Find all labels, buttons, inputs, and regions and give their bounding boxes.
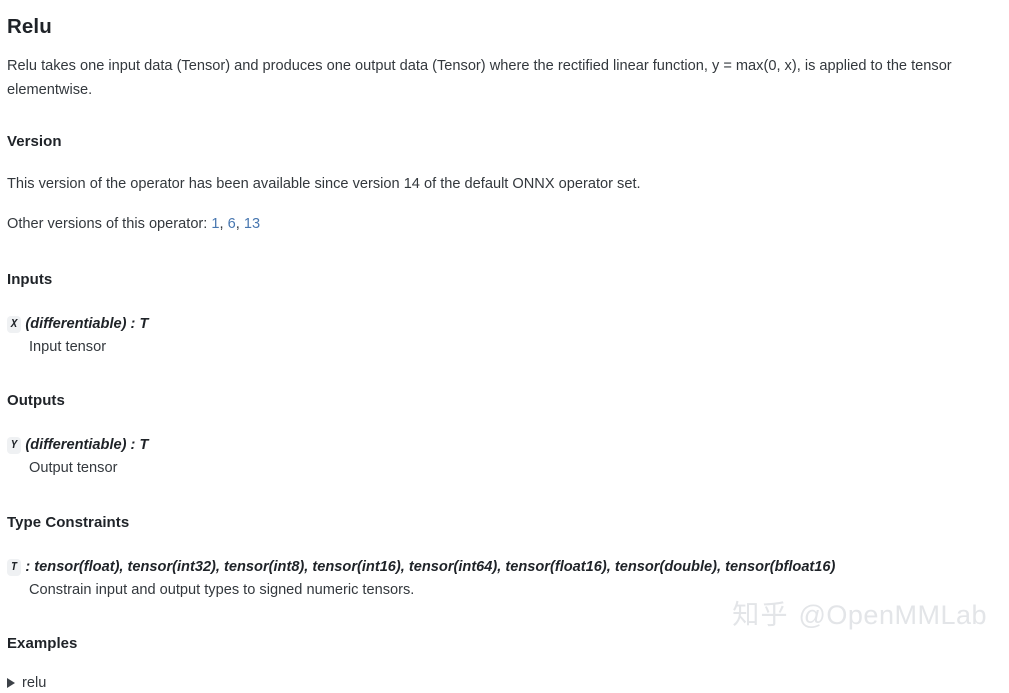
version-separator-1: , (219, 215, 228, 232)
input-description-x: Input tensor (29, 338, 107, 355)
section-heading-examples: Examples (7, 634, 78, 652)
input-signature-x: X (differentiable) : T (7, 314, 1002, 334)
output-description-y: Output tensor (29, 459, 118, 476)
watermark-site: 知乎 (732, 600, 789, 631)
version-separator-2: , (235, 215, 244, 232)
input-signature-text-x: (differentiable) : T (25, 315, 149, 332)
version-statement: This version of the operator has been av… (7, 175, 641, 192)
output-signature-text-y: (differentiable) : T (25, 436, 149, 453)
version-link-13[interactable]: 13 (244, 216, 260, 232)
operator-doc-page: Relu Relu takes one input data (Tensor) … (7, 0, 1002, 691)
operator-description: Relu takes one input data (Tensor) and p… (7, 57, 952, 98)
disclosure-triangle-right-icon[interactable] (7, 677, 15, 688)
page-title: Relu (7, 15, 52, 38)
type-constraint-signature-text-t: : tensor(float), tensor(int32), tensor(i… (25, 558, 836, 575)
output-signature-y: Y (differentiable) : T (7, 435, 1002, 455)
watermark-handle: @OpenMMLab (798, 600, 987, 630)
version-link-6[interactable]: 6 (228, 216, 236, 232)
example-item-relu[interactable]: relu (7, 673, 46, 693)
watermark: 知乎 @OpenMMLab (732, 593, 987, 632)
input-entry-x: X (differentiable) : T Input tensor (7, 314, 1002, 358)
other-versions-line: Other versions of this operator: 1, 6, 1… (7, 212, 990, 236)
example-item-label: relu (22, 674, 47, 691)
section-heading-version: Version (7, 132, 62, 150)
examples-list: relu (7, 673, 1002, 693)
section-heading-type-constraints: Type Constraints (7, 513, 130, 531)
output-param-name-y: Y (7, 436, 22, 454)
other-versions-label: Other versions of this operator: (7, 215, 212, 232)
input-param-name-x: X (7, 315, 22, 333)
type-constraint-signature-t: T : tensor(float), tensor(int32), tensor… (7, 557, 1002, 577)
section-heading-outputs: Outputs (7, 391, 65, 409)
type-constraint-name-t: T (7, 558, 22, 576)
section-heading-inputs: Inputs (7, 270, 53, 288)
version-link-1[interactable]: 1 (211, 216, 219, 232)
output-entry-y: Y (differentiable) : T Output tensor (7, 435, 1002, 479)
